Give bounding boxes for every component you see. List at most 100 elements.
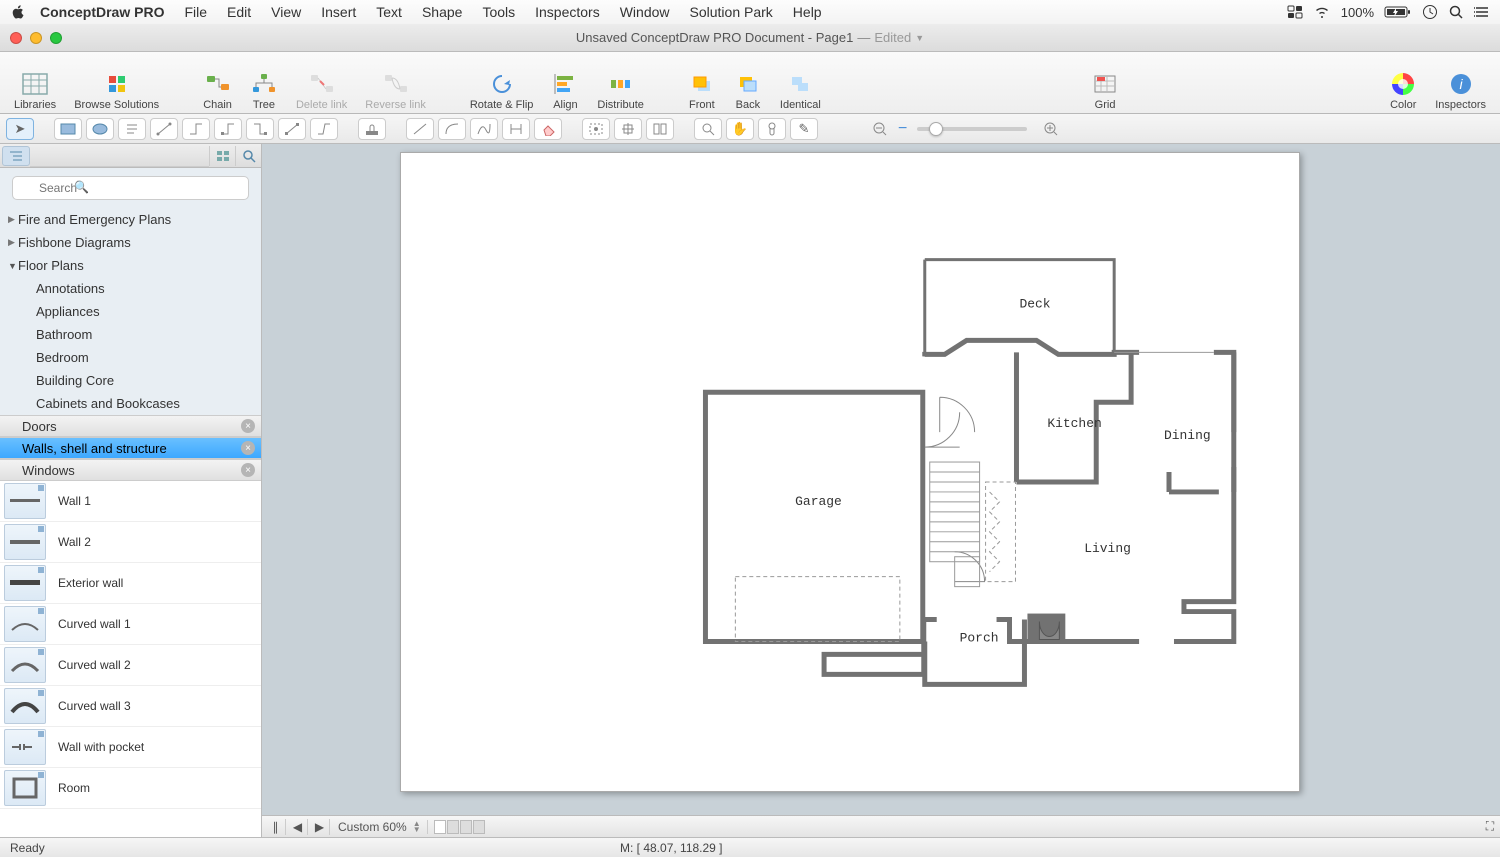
zoom-out-button[interactable] (866, 118, 894, 140)
rotate-flip-button[interactable]: Rotate & Flip (462, 55, 542, 111)
subcat-bathroom[interactable]: Bathroom (0, 323, 261, 346)
menu-help[interactable]: Help (793, 4, 822, 20)
grid-view-button[interactable] (209, 146, 235, 166)
browse-solutions-button[interactable]: Browse Solutions (66, 55, 167, 111)
minimize-button[interactable] (30, 32, 42, 44)
tree-view-button[interactable] (2, 146, 30, 166)
pan-tool[interactable]: ✋ (726, 118, 754, 140)
menu-solutionpark[interactable]: Solution Park (690, 4, 773, 20)
close-button[interactable] (10, 32, 22, 44)
category-fire[interactable]: ▶Fire and Emergency Plans (0, 208, 261, 231)
identical-button[interactable]: Identical (772, 55, 829, 111)
arc-tool[interactable] (438, 118, 466, 140)
menu-text[interactable]: Text (376, 4, 402, 20)
lib-item-curved2[interactable]: Curved wall 2 (0, 645, 261, 686)
tree-button[interactable]: Tree (242, 55, 286, 111)
menu-view[interactable]: View (271, 4, 301, 20)
page-thumbnails[interactable] (430, 820, 485, 834)
page-prev-button[interactable]: ◀ (288, 819, 308, 835)
menu-tools[interactable]: Tools (482, 4, 515, 20)
wifi-icon[interactable] (1313, 5, 1331, 19)
lib-item-curved1[interactable]: Curved wall 1 (0, 604, 261, 645)
grid-button[interactable]: Grid (1083, 55, 1127, 111)
color-button[interactable]: Color (1381, 55, 1425, 111)
conn6-tool[interactable] (310, 118, 338, 140)
snap1-tool[interactable] (582, 118, 610, 140)
subcat-annotations[interactable]: Annotations (0, 277, 261, 300)
menu-file[interactable]: File (184, 4, 207, 20)
category-floorplans[interactable]: ▼Floor Plans (0, 254, 261, 277)
menu-insert[interactable]: Insert (321, 4, 356, 20)
lib-item-wall1[interactable]: Wall 1 (0, 481, 261, 522)
reverse-link-button[interactable]: Reverse link (357, 55, 434, 111)
eyedrop-tool[interactable] (758, 118, 786, 140)
inspectors-button[interactable]: iInspectors (1427, 55, 1494, 111)
zoom-button[interactable] (50, 32, 62, 44)
delete-link-button[interactable]: Delete link (288, 55, 355, 111)
label-kitchen: Kitchen (1047, 416, 1101, 431)
subcat-bedroom[interactable]: Bedroom (0, 346, 261, 369)
libraries-button[interactable]: Libraries (6, 55, 64, 111)
control-center-icon[interactable] (1287, 5, 1303, 19)
zoom-select[interactable]: Custom 60%▲▼ (332, 820, 428, 834)
snap2-tool[interactable] (614, 118, 642, 140)
align-button[interactable]: Align (543, 55, 587, 111)
zoom-out-minus[interactable]: − (898, 120, 907, 138)
conn4-tool[interactable] (246, 118, 274, 140)
conn3-tool[interactable] (214, 118, 242, 140)
page-pause-button[interactable]: ∥ (266, 819, 286, 835)
category-fishbone[interactable]: ▶Fishbone Diagrams (0, 231, 261, 254)
lib-item-extwall[interactable]: Exterior wall (0, 563, 261, 604)
subcat-appliances[interactable]: Appliances (0, 300, 261, 323)
close-icon[interactable]: × (241, 441, 255, 455)
back-button[interactable]: Back (726, 55, 770, 111)
menu-list-icon[interactable] (1474, 5, 1490, 19)
pencil-tool[interactable]: ✎ (790, 118, 818, 140)
chain-button[interactable]: Chain (195, 55, 240, 111)
conn2-tool[interactable] (182, 118, 210, 140)
conn5-tool[interactable] (278, 118, 306, 140)
search-input[interactable] (12, 176, 249, 200)
distribute-button[interactable]: Distribute (589, 55, 651, 111)
clock-icon[interactable] (1422, 4, 1438, 20)
menu-shape[interactable]: Shape (422, 4, 462, 20)
menu-inspectors[interactable]: Inspectors (535, 4, 600, 20)
apple-logo-icon[interactable] (10, 4, 26, 20)
libheader-doors[interactable]: Doors× (0, 415, 261, 437)
close-icon[interactable]: × (241, 463, 255, 477)
subcat-buildingcore[interactable]: Building Core (0, 369, 261, 392)
line-tool[interactable] (406, 118, 434, 140)
drawing-page[interactable]: Deck Kitchen Dining Garage Living Porch (400, 152, 1300, 792)
snap3-tool[interactable] (646, 118, 674, 140)
libheader-walls[interactable]: Walls, shell and structure× (0, 437, 261, 459)
rect-tool[interactable] (54, 118, 82, 140)
close-icon[interactable]: × (241, 419, 255, 433)
battery-icon[interactable] (1384, 5, 1412, 19)
canvas-viewport[interactable]: Deck Kitchen Dining Garage Living Porch … (262, 144, 1500, 837)
lib-item-pocket[interactable]: Wall with pocket (0, 727, 261, 768)
dimension-tool[interactable] (502, 118, 530, 140)
text-tool[interactable] (118, 118, 146, 140)
lib-item-curved3[interactable]: Curved wall 3 (0, 686, 261, 727)
chevron-down-icon[interactable]: ▼ (915, 33, 924, 43)
zoom-in-button[interactable] (1037, 118, 1065, 140)
lib-item-wall2[interactable]: Wall 2 (0, 522, 261, 563)
zoom-slider[interactable] (917, 127, 1027, 131)
subcat-cabinets[interactable]: Cabinets and Bookcases (0, 392, 261, 415)
libheader-windows[interactable]: Windows× (0, 459, 261, 481)
menu-edit[interactable]: Edit (227, 4, 251, 20)
page-expand-button[interactable]: ⛶ (1480, 819, 1500, 835)
page-next-button[interactable]: ▶ (310, 819, 330, 835)
stamp-tool[interactable] (358, 118, 386, 140)
pointer-tool[interactable]: ➤ (6, 118, 34, 140)
erase-tool[interactable] (534, 118, 562, 140)
ellipse-tool[interactable] (86, 118, 114, 140)
sidebar-search-button[interactable] (235, 146, 261, 166)
spline-tool[interactable] (470, 118, 498, 140)
spotlight-icon[interactable] (1448, 4, 1464, 20)
conn1-tool[interactable] (150, 118, 178, 140)
front-button[interactable]: Front (680, 55, 724, 111)
zoom-tool[interactable] (694, 118, 722, 140)
menu-window[interactable]: Window (620, 4, 670, 20)
lib-item-room[interactable]: Room (0, 768, 261, 809)
